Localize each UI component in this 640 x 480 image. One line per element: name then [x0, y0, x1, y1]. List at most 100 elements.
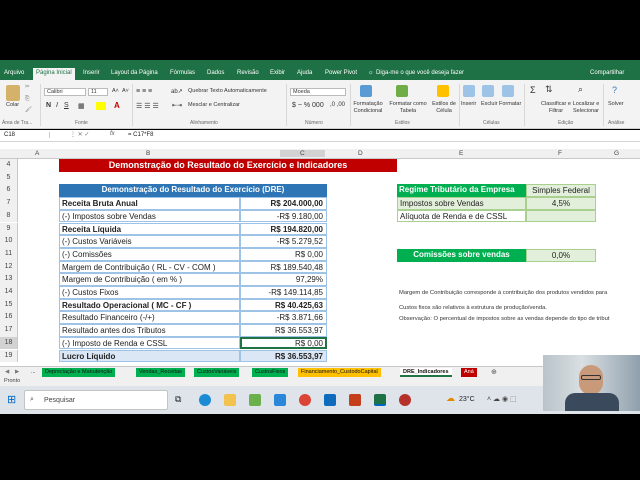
row-header[interactable]: 9	[0, 222, 18, 236]
solver-button[interactable]: Solver	[608, 101, 624, 107]
mail-icon[interactable]	[274, 394, 286, 406]
store-icon[interactable]	[249, 394, 261, 406]
row-header[interactable]: 13	[0, 273, 18, 286]
dre-value[interactable]: -R$ 9.180,00	[240, 209, 327, 223]
format-painter-icon[interactable]: 🖌	[25, 107, 32, 113]
paste-button[interactable]: Colar	[6, 102, 19, 108]
col-header-c[interactable]: C	[280, 150, 325, 157]
tell-me-search[interactable]: Diga-me o que você deseja fazer	[376, 70, 464, 76]
tab-power-pivot[interactable]: Power Pivot	[325, 70, 357, 76]
sheet-tab-financiamento[interactable]: Financiamento_CustodoCapital	[298, 368, 381, 377]
indent-icon[interactable]: ⇤⇥	[172, 102, 182, 109]
dre-label[interactable]: Resultado Financeiro (-/+)	[59, 311, 240, 325]
row-header[interactable]: 17	[0, 324, 18, 337]
windows-start-icon[interactable]: ⊞	[7, 393, 16, 406]
font-name-select[interactable]: Calibri	[44, 88, 86, 96]
dre-value[interactable]: R$ 0,00	[240, 247, 327, 261]
dre-label[interactable]: Lucro Líquido	[59, 349, 240, 363]
sort-filter-button[interactable]: Classificar e Filtrar	[541, 101, 571, 115]
dre-label[interactable]: Margem de Contribuição ( RL - CV - COM )	[59, 260, 240, 274]
tab-scroll-right-icon[interactable]: ▶	[12, 368, 22, 377]
currency-icon[interactable]: $ ~ % 000	[292, 102, 324, 109]
font-color-icon[interactable]: A	[114, 101, 120, 110]
format-table-button[interactable]: Formatar como Tabela	[386, 101, 430, 115]
find-select-button[interactable]: Localizar e Selecionar	[571, 101, 601, 115]
col-header-e[interactable]: E	[459, 150, 463, 157]
dre-label[interactable]: (-) Imposto de Renda e CSSL	[59, 336, 240, 350]
tab-pagina-inicial[interactable]: Página Inicial	[33, 68, 75, 80]
name-box[interactable]: C18	[4, 132, 50, 138]
borders-icon[interactable]: ▦	[78, 102, 85, 110]
decimal-icon[interactable]: ,0 ,00	[330, 102, 345, 108]
sort-filter-icon[interactable]: ⇅	[545, 84, 553, 95]
dre-value[interactable]: R$ 40.425,63	[240, 298, 327, 312]
sheet-tab-dre-indicadores[interactable]: DRE_Indicadores	[400, 368, 452, 377]
edge-icon[interactable]	[199, 394, 211, 406]
tab-scroll-left-icon[interactable]: ◀	[2, 368, 12, 377]
add-sheet-icon[interactable]: ⊕	[488, 368, 500, 377]
dre-label[interactable]: Receita Bruta Anual	[59, 197, 240, 210]
aliquota-value[interactable]	[526, 209, 596, 223]
task-view-icon[interactable]: ⧉	[175, 394, 181, 405]
bold-button[interactable]: N	[46, 102, 51, 109]
temperature[interactable]: 23°C	[459, 396, 475, 403]
sheet-tab-depreciacao[interactable]: Depreciação e Manutenção	[42, 368, 116, 377]
sheet-tab-custos-variaveis[interactable]: CustosVariáveis	[194, 368, 240, 377]
row-header[interactable]: 12	[0, 260, 18, 274]
tab-exibir[interactable]: Exibir	[270, 70, 285, 76]
sheet-tab-vendas[interactable]: Vendas_Receitas	[136, 368, 185, 377]
conditional-format-button[interactable]: Formatação Condicional	[352, 101, 384, 115]
row-header[interactable]: 7	[0, 197, 18, 210]
sheet-tab-more[interactable]: ...	[28, 368, 39, 377]
dre-label[interactable]: (-) Custos Fixos	[59, 286, 240, 299]
row-header[interactable]: 4	[0, 159, 18, 172]
row-header[interactable]: 18	[0, 336, 18, 350]
sheet-tab-analise[interactable]: Aná	[461, 368, 477, 377]
col-header-b[interactable]: B	[146, 150, 150, 157]
dre-value[interactable]: R$ 36.553,97	[240, 349, 327, 363]
dre-label[interactable]: Resultado antes dos Tributos	[59, 324, 240, 337]
share-button[interactable]: Compartilhar	[590, 70, 624, 76]
row-header[interactable]: 8	[0, 209, 18, 223]
formula-input[interactable]: = C17*F8	[128, 132, 154, 138]
merge-center-button[interactable]: Mesclar e Centralizar	[188, 102, 240, 108]
row-header[interactable]: 10	[0, 235, 18, 248]
tab-arquivo[interactable]: Arquivo	[4, 70, 24, 76]
tab-formulas[interactable]: Fórmulas	[170, 70, 195, 76]
col-header-a[interactable]: A	[35, 150, 39, 157]
dre-value[interactable]: R$ 194.820,00	[240, 222, 327, 236]
autosum-icon[interactable]: Σ	[530, 85, 536, 95]
impostos-value[interactable]: 4,5%	[526, 197, 596, 210]
dre-label[interactable]: Receita Líquida	[59, 222, 240, 236]
recorder-icon[interactable]	[399, 394, 411, 406]
cut-icon[interactable]: ✂	[25, 84, 30, 90]
powerpoint-icon[interactable]	[349, 394, 361, 406]
row-header[interactable]: 15	[0, 298, 18, 312]
outlook-icon[interactable]	[324, 394, 336, 406]
dre-label[interactable]: (-) Impostos sobre Vendas	[59, 209, 240, 223]
increase-font-icon[interactable]: A˄	[112, 88, 119, 94]
worksheet-grid[interactable]: 4 5 6 7 8 9 10 11 12 13 14 15 16 17 18 1…	[0, 159, 640, 366]
tab-layout[interactable]: Layout da Página	[111, 70, 158, 76]
col-header-f[interactable]: F	[558, 150, 562, 157]
dre-value[interactable]: 97,29%	[240, 273, 327, 286]
row-header[interactable]: 14	[0, 286, 18, 299]
file-explorer-icon[interactable]	[224, 394, 236, 406]
row-header[interactable]: 5	[0, 171, 18, 185]
format-cells-button[interactable]: Formatar	[499, 101, 521, 107]
row-header[interactable]: 6	[0, 184, 18, 198]
dre-value[interactable]: R$ 204.000,00	[240, 197, 327, 210]
insert-cells-button[interactable]: Inserir	[461, 101, 476, 107]
fx-icon[interactable]: fx	[110, 131, 115, 137]
dre-value[interactable]: R$ 189.540,48	[240, 260, 327, 274]
orientation-icon[interactable]: ab↗	[171, 88, 183, 95]
regime-value[interactable]: Simples Federal	[526, 184, 596, 198]
taskbar-search[interactable]: ⌕ Pesquisar	[24, 390, 168, 410]
excel-icon[interactable]	[374, 394, 386, 406]
align-left-icon[interactable]: ☰ ☰ ☰	[136, 102, 159, 110]
tab-ajuda[interactable]: Ajuda	[297, 70, 312, 76]
dre-value[interactable]: -R$ 149.114,85	[240, 286, 327, 299]
find-icon[interactable]: ⌕	[578, 84, 583, 95]
solver-icon[interactable]: ?	[612, 85, 617, 95]
row-header[interactable]: 19	[0, 349, 18, 363]
